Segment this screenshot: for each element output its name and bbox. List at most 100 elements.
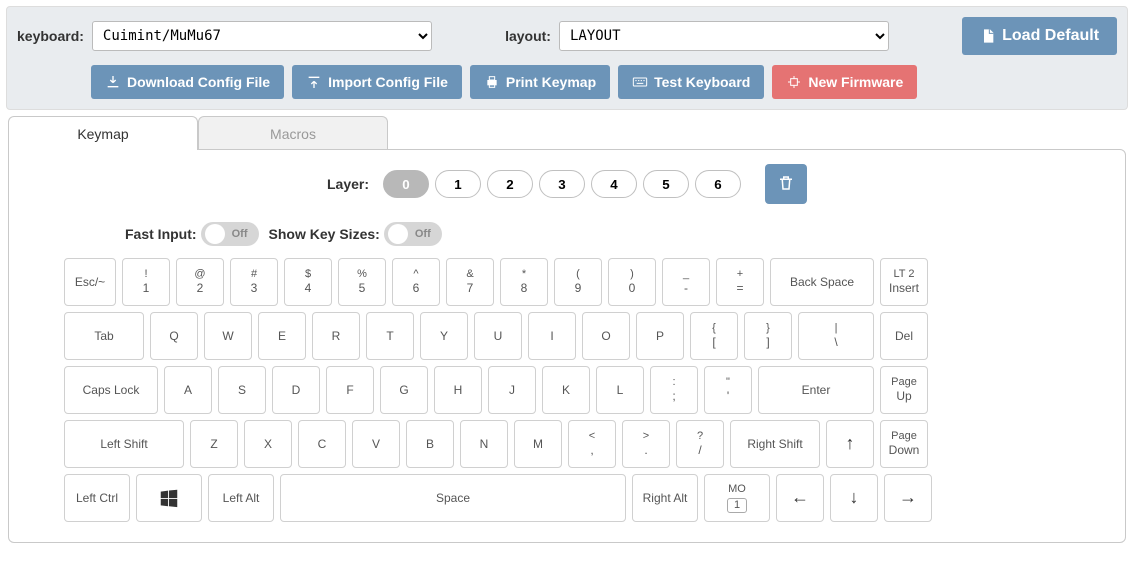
trash-icon <box>777 174 795 195</box>
toolbar: Download Config File Import Config File … <box>17 65 1117 99</box>
key[interactable]: Caps Lock <box>64 366 158 414</box>
upload-icon <box>306 74 322 90</box>
key[interactable]: D <box>272 366 320 414</box>
key[interactable]: F <box>326 366 374 414</box>
key[interactable]: ↑ <box>826 420 874 468</box>
tab-macros[interactable]: Macros <box>198 116 388 150</box>
chip-icon <box>786 74 802 90</box>
key[interactable]: G <box>380 366 428 414</box>
key[interactable]: B <box>406 420 454 468</box>
key[interactable]: Left Alt <box>208 474 274 522</box>
layer-row: Layer: 0 1 2 3 4 5 6 <box>25 164 1109 204</box>
file-icon <box>980 28 996 44</box>
key[interactable]: >. <box>622 420 670 468</box>
layer-5[interactable]: 5 <box>643 170 689 198</box>
key[interactable]: E <box>258 312 306 360</box>
key[interactable]: Right Shift <box>730 420 820 468</box>
key[interactable]: _- <box>662 258 710 306</box>
key[interactable]: $4 <box>284 258 332 306</box>
layer-6[interactable]: 6 <box>695 170 741 198</box>
key[interactable]: Back Space <box>770 258 874 306</box>
new-firmware-button[interactable]: New Firmware <box>772 65 917 99</box>
key[interactable]: Space <box>280 474 626 522</box>
key[interactable]: L <box>596 366 644 414</box>
keyboard-select[interactable]: Cuimint/MuMu67 <box>92 21 432 51</box>
key[interactable]: P <box>636 312 684 360</box>
key[interactable]: <, <box>568 420 616 468</box>
key[interactable]: N <box>460 420 508 468</box>
key[interactable]: += <box>716 258 764 306</box>
key[interactable]: @2 <box>176 258 224 306</box>
key[interactable]: C <box>298 420 346 468</box>
key[interactable]: V <box>352 420 400 468</box>
layer-2[interactable]: 2 <box>487 170 533 198</box>
download-config-button[interactable]: Download Config File <box>91 65 284 99</box>
key[interactable]: }] <box>744 312 792 360</box>
key[interactable]: M <box>514 420 562 468</box>
key[interactable]: ?/ <box>676 420 724 468</box>
key[interactable]: )0 <box>608 258 656 306</box>
keyboard-layout: Esc/~!1@2#3$4%5^6&7*8(9)0_-+=Back SpaceL… <box>64 258 1070 522</box>
key[interactable]: H <box>434 366 482 414</box>
load-default-button[interactable]: Load Default <box>962 17 1117 55</box>
showsizes-label: Show Key Sizes: <box>269 226 380 242</box>
key[interactable]: &7 <box>446 258 494 306</box>
key[interactable]: |\ <box>798 312 874 360</box>
key[interactable]: Q <box>150 312 198 360</box>
key[interactable]: X <box>244 420 292 468</box>
key[interactable]: T <box>366 312 414 360</box>
layout-label: layout: <box>505 28 551 44</box>
keyboard-icon <box>632 74 648 90</box>
key[interactable]: ← <box>776 474 824 522</box>
key[interactable]: "' <box>704 366 752 414</box>
key[interactable]: MO1 <box>704 474 770 522</box>
key[interactable]: Y <box>420 312 468 360</box>
import-config-button[interactable]: Import Config File <box>292 65 462 99</box>
key[interactable]: K <box>542 366 590 414</box>
key[interactable]: {[ <box>690 312 738 360</box>
key[interactable]: Enter <box>758 366 874 414</box>
key[interactable]: !1 <box>122 258 170 306</box>
key[interactable]: Esc/~ <box>64 258 116 306</box>
key[interactable]: *8 <box>500 258 548 306</box>
key[interactable]: Right Alt <box>632 474 698 522</box>
key[interactable]: → <box>884 474 932 522</box>
print-keymap-button[interactable]: Print Keymap <box>470 65 610 99</box>
key[interactable]: Left Ctrl <box>64 474 130 522</box>
key[interactable]: I <box>528 312 576 360</box>
key[interactable]: Z <box>190 420 238 468</box>
key[interactable]: J <box>488 366 536 414</box>
key[interactable]: O <box>582 312 630 360</box>
key[interactable]: PageUp <box>880 366 928 414</box>
fastinput-toggle[interactable]: Off <box>201 222 259 246</box>
key[interactable]: %5 <box>338 258 386 306</box>
key[interactable]: :; <box>650 366 698 414</box>
key[interactable]: #3 <box>230 258 278 306</box>
key[interactable]: R <box>312 312 360 360</box>
key[interactable]: A <box>164 366 212 414</box>
test-keyboard-button[interactable]: Test Keyboard <box>618 65 764 99</box>
key[interactable]: LT 2Insert <box>880 258 928 306</box>
tab-keymap[interactable]: Keymap <box>8 116 198 150</box>
layer-3[interactable]: 3 <box>539 170 585 198</box>
topbar: keyboard: Cuimint/MuMu67 layout: LAYOUT … <box>6 6 1128 110</box>
tabs: Keymap Macros <box>8 116 1126 150</box>
key[interactable]: U <box>474 312 522 360</box>
key[interactable]: Del <box>880 312 928 360</box>
key[interactable]: (9 <box>554 258 602 306</box>
key[interactable]: Tab <box>64 312 144 360</box>
key[interactable]: S <box>218 366 266 414</box>
key-win[interactable] <box>136 474 202 522</box>
layer-0[interactable]: 0 <box>383 170 429 198</box>
key[interactable]: Left Shift <box>64 420 184 468</box>
delete-layer-button[interactable] <box>765 164 807 204</box>
key[interactable]: ↓ <box>830 474 878 522</box>
key[interactable]: W <box>204 312 252 360</box>
keyboard-label: keyboard: <box>17 28 84 44</box>
layout-select[interactable]: LAYOUT <box>559 21 889 51</box>
key[interactable]: PageDown <box>880 420 928 468</box>
layer-1[interactable]: 1 <box>435 170 481 198</box>
showsizes-toggle[interactable]: Off <box>384 222 442 246</box>
layer-4[interactable]: 4 <box>591 170 637 198</box>
key[interactable]: ^6 <box>392 258 440 306</box>
